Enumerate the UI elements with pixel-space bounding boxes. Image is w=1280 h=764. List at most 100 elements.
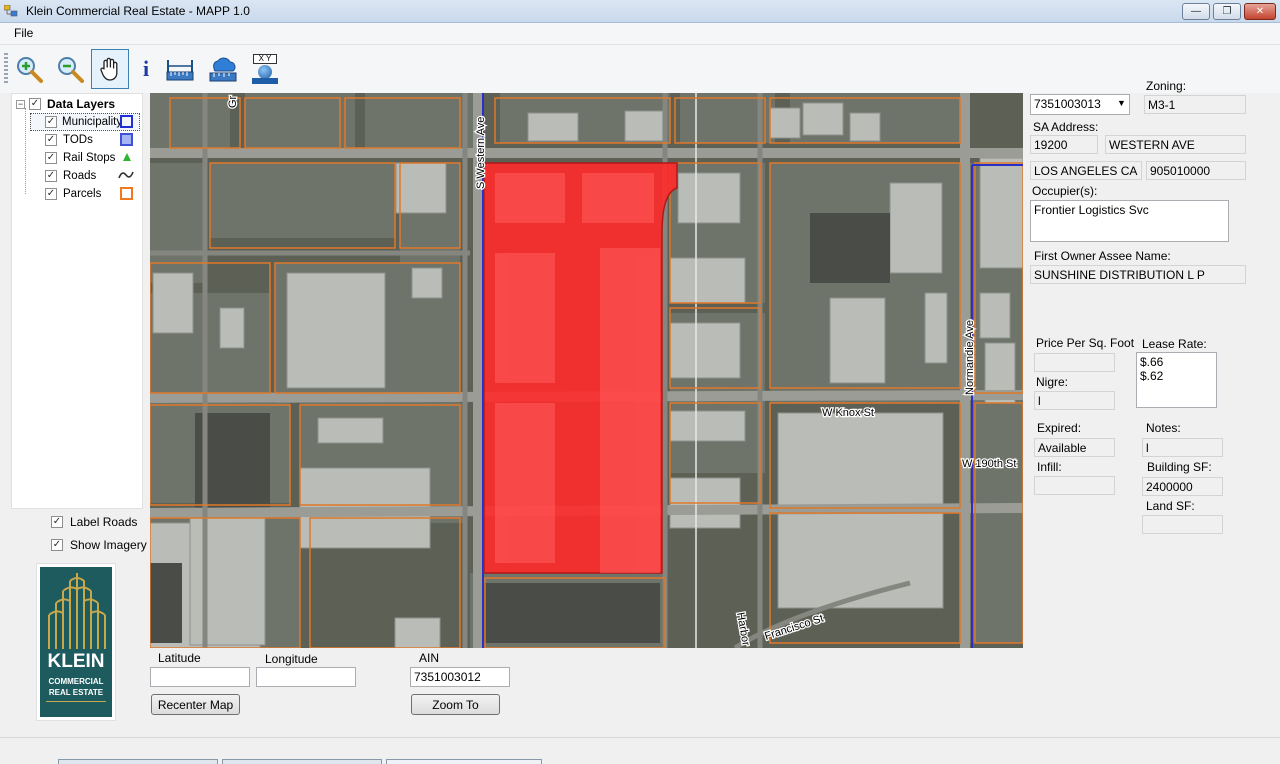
ain-select[interactable]: 7351003013 ▼: [1030, 94, 1130, 115]
street-label: Gr: [227, 95, 239, 108]
tree-connector: [25, 108, 26, 194]
taskbar-item[interactable]: [58, 759, 218, 764]
info-icon: i: [142, 56, 150, 81]
menu-file[interactable]: File: [14, 26, 33, 40]
notes-field: l: [1142, 438, 1223, 457]
layer-checkbox[interactable]: ✓: [45, 116, 57, 128]
zoom-to-button[interactable]: Zoom To: [411, 694, 500, 715]
layer-checkbox[interactable]: ✓: [45, 134, 57, 146]
label-roads-checkbox[interactable]: ✓: [51, 516, 63, 528]
land-sf-field: [1142, 515, 1223, 534]
notes-label: Notes:: [1146, 421, 1181, 435]
layer-label: TODs: [63, 134, 93, 146]
road-symbol-icon: [118, 171, 134, 179]
expired-label: Expired:: [1037, 421, 1082, 435]
xy-label: X Y: [253, 54, 277, 64]
show-imagery-label: Show Imagery: [70, 538, 147, 552]
title-bar: Klein Commercial Real Estate - MAPP 1.0 …: [0, 0, 1280, 23]
map-view[interactable]: Gr S Western Ave Normandie Ave W Knox St…: [150, 93, 1023, 648]
cloud-identify-icon: [209, 57, 237, 82]
rail-stop-symbol-icon: [123, 153, 131, 161]
measure-button[interactable]: [161, 49, 199, 89]
zoom-in-icon: [17, 57, 43, 83]
parcels-symbol-icon: [120, 187, 133, 200]
toolbar-grip[interactable]: [4, 53, 8, 85]
lease-rate-field[interactable]: $.66 $.62: [1136, 352, 1217, 408]
building-sf-field: 2400000: [1142, 477, 1223, 496]
street-label: S Western Ave: [475, 117, 487, 189]
layers-root[interactable]: − ✓ Data Layers: [16, 95, 115, 113]
occupiers-label: Occupier(s):: [1032, 184, 1098, 198]
longitude-input[interactable]: [256, 667, 356, 687]
street-label: Normandie Ave: [964, 320, 976, 395]
layer-checkbox[interactable]: ✓: [45, 152, 57, 164]
measure-icon: [166, 60, 194, 81]
infill-field: [1034, 476, 1115, 495]
identify-button[interactable]: [204, 49, 242, 89]
owner-field: SUNSHINE DISTRIBUTION L P: [1030, 265, 1246, 284]
map-canvas[interactable]: Gr S Western Ave Normandie Ave W Knox St…: [150, 93, 1023, 648]
layer-item-tods[interactable]: ✓ TODs: [30, 131, 93, 149]
taskbar-item[interactable]: [222, 759, 382, 764]
logo-subtitle-2: REAL ESTATE: [48, 688, 104, 697]
show-imagery-option[interactable]: ✓ Show Imagery: [51, 538, 147, 552]
label-roads-label: Label Roads: [70, 515, 138, 529]
nigre-label: Nigre:: [1036, 375, 1069, 389]
recenter-map-button[interactable]: Recenter Map: [151, 694, 240, 715]
toolbar: i X Y: [0, 45, 1280, 93]
layer-checkbox[interactable]: ✓: [45, 188, 57, 200]
layers-panel: − ✓ Data Layers ✓ Municipality ✓ TODs ✓ …: [11, 93, 143, 509]
nigre-field: l: [1034, 391, 1115, 410]
city-field: LOS ANGELES CA: [1030, 161, 1142, 180]
price-per-sqft-label: Price Per Sq. Foot: [1036, 336, 1135, 350]
occupiers-field[interactable]: Frontier Logistics Svc: [1030, 200, 1229, 242]
xy-coordinate-icon: X Y: [251, 54, 279, 84]
land-sf-label: Land SF:: [1146, 499, 1195, 513]
street-number-field: 19200: [1030, 135, 1098, 154]
layer-label: Parcels: [63, 188, 102, 200]
taskbar-item[interactable]: [386, 759, 542, 764]
layer-checkbox[interactable]: ✓: [45, 170, 57, 182]
sa-address-label: SA Address:: [1033, 120, 1099, 134]
latitude-input[interactable]: [150, 667, 250, 687]
maximize-button[interactable]: ❐: [1213, 3, 1241, 20]
municipality-symbol-icon: [120, 115, 133, 128]
zoom-out-button[interactable]: [51, 49, 89, 89]
building-sf-label: Building SF:: [1147, 460, 1212, 474]
longitude-label: Longitude: [265, 652, 318, 666]
pan-hand-icon: [100, 57, 118, 81]
zoning-label: Zoning:: [1146, 79, 1187, 93]
window-title: Klein Commercial Real Estate - MAPP 1.0: [26, 4, 250, 18]
expired-field: Available: [1034, 438, 1115, 457]
lease-rate-label: Lease Rate:: [1142, 337, 1207, 351]
zoom-out-icon: [58, 57, 84, 83]
street-label: W 190th St: [962, 458, 1016, 470]
label-roads-option[interactable]: ✓ Label Roads: [51, 515, 137, 529]
layer-label: Roads: [63, 170, 97, 182]
latitude-label: Latitude: [158, 651, 201, 665]
zoom-in-button[interactable]: [10, 49, 48, 89]
collapse-icon[interactable]: −: [16, 99, 25, 109]
company-logo: KLEIN COMMERCIAL REAL ESTATE: [36, 563, 116, 721]
layers-root-label: Data Layers: [47, 97, 116, 111]
close-button[interactable]: ✕: [1244, 3, 1276, 20]
show-imagery-checkbox[interactable]: ✓: [51, 539, 63, 551]
street-name-field: WESTERN AVE: [1105, 135, 1246, 154]
app-icon: [4, 5, 18, 17]
street-label: W Knox St: [822, 407, 874, 419]
menu-bar: File: [0, 23, 1280, 45]
pan-button[interactable]: [91, 49, 129, 89]
ain-input[interactable]: 7351003012: [410, 667, 510, 687]
layer-item-rail-stops[interactable]: ✓ Rail Stops: [30, 149, 115, 167]
ain-label: AIN: [419, 651, 440, 665]
info-button[interactable]: i: [127, 49, 165, 89]
ain-select-value: 7351003013: [1034, 97, 1101, 111]
logo-subtitle-1: COMMERCIAL: [48, 677, 104, 686]
chevron-down-icon[interactable]: ▼: [1117, 98, 1126, 108]
layer-item-roads[interactable]: ✓ Roads: [30, 167, 96, 185]
minimize-button[interactable]: —: [1182, 3, 1210, 20]
price-per-sqft-field: [1034, 353, 1115, 372]
layer-item-parcels[interactable]: ✓ Parcels: [30, 185, 101, 203]
xy-button[interactable]: X Y: [246, 49, 284, 89]
layers-root-checkbox[interactable]: ✓: [29, 98, 41, 110]
